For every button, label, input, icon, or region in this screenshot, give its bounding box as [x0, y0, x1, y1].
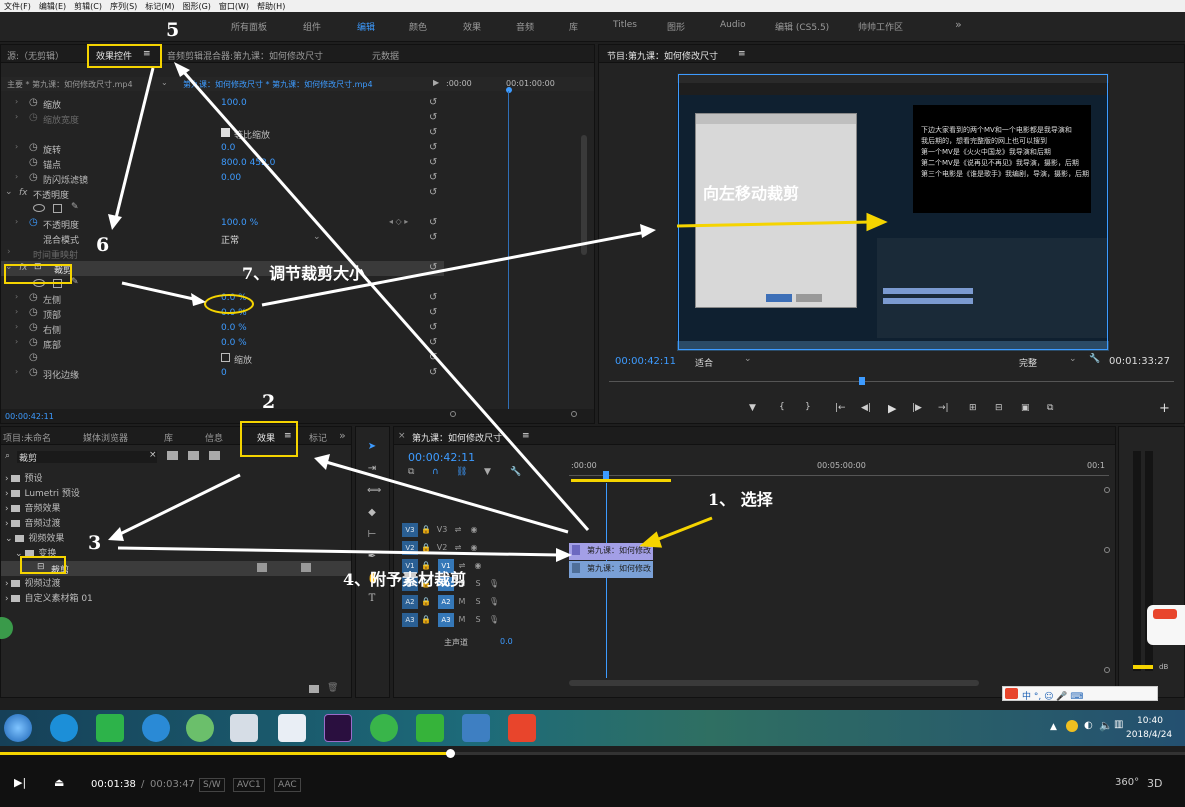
arrow-effects-to-folder: [117, 473, 241, 537]
annotation-move-left: 向左移动裁剪: [703, 184, 800, 203]
arrow-clip-to-effect-controls: [180, 69, 590, 531]
arrowhead: [314, 454, 330, 470]
arrowhead: [556, 548, 572, 562]
annotation-step-5: 5: [166, 19, 180, 41]
arrowhead: [108, 214, 122, 230]
arrow-5-to-6: [113, 67, 155, 223]
arrowhead: [640, 224, 656, 238]
annotation-step-1: 1、 选择: [708, 490, 773, 509]
annotation-step-6: 6: [96, 234, 110, 256]
arrowhead: [639, 531, 663, 548]
arrowhead: [108, 527, 124, 541]
arrow-crop-to-clip: [117, 546, 561, 557]
yellow-arrow-monitor: [676, 220, 871, 228]
yellow-arrow-clip: [655, 516, 713, 542]
annotation-step-2: 2: [262, 391, 276, 413]
annotation-step-3: 3: [88, 532, 102, 554]
annotation-step-7: 7、调节裁剪大小: [242, 264, 366, 283]
arrow-crop-to-left: [121, 281, 199, 302]
arrow-clip-to-effects: [325, 460, 569, 534]
arrowhead: [866, 212, 888, 232]
annotation-arrows: [108, 62, 888, 562]
arrowhead: [191, 293, 206, 306]
annotation-step-4: 4、附予素材裁剪: [343, 570, 467, 589]
